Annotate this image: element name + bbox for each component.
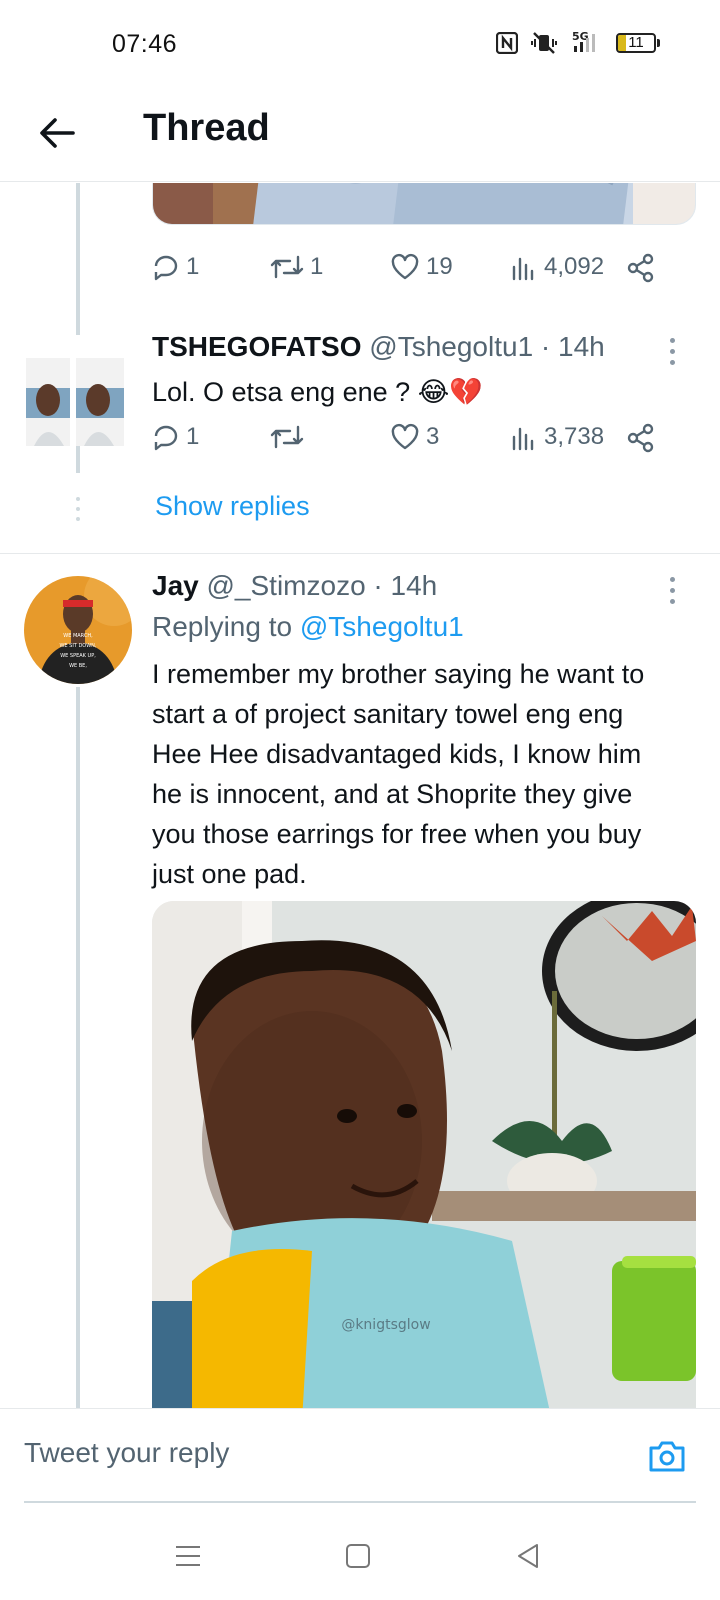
share-icon	[627, 253, 654, 283]
show-replies-link[interactable]: Show replies	[155, 491, 310, 522]
reply-input[interactable]: Tweet your reply	[24, 1437, 229, 1469]
divider	[0, 553, 720, 554]
system-nav-bar	[0, 1508, 720, 1600]
reply-icon	[154, 255, 178, 281]
battery-level: 11	[628, 34, 644, 51]
author-handle[interactable]: @Tshegoltu1	[369, 331, 533, 362]
author-name[interactable]: TSHEGOFATSO	[152, 331, 362, 362]
like-button[interactable]: 3	[390, 423, 439, 451]
tweet-actions: 1 3 3,738	[152, 423, 672, 473]
reply-icon	[154, 425, 178, 451]
camera-button[interactable]	[642, 1431, 692, 1481]
share-icon	[627, 423, 654, 453]
tweet-header: Jay @_Stimzozo · 14h	[152, 570, 437, 602]
avatar-shirt-line: WE SPEAK UP,	[60, 653, 96, 659]
like-count: 19	[426, 253, 453, 280]
nfc-icon	[496, 32, 518, 54]
tweet-text-line: he is innocent, and at Shoprite they giv…	[152, 779, 633, 809]
tweet-media-image[interactable]: @knigtsglow	[152, 901, 696, 1408]
back-button[interactable]	[32, 108, 82, 158]
camera-icon	[649, 1441, 685, 1472]
tweet-text-line: Hee Hee disadvantaged kids, I know him	[152, 739, 642, 769]
views-icon	[512, 257, 534, 281]
views-button[interactable]: 3,738	[510, 423, 604, 451]
vibrate-off-icon	[530, 31, 558, 55]
tweet-text: I remember my brother saying he want to …	[152, 654, 700, 894]
tweet-text-line: just one pad.	[152, 859, 307, 889]
reply-count: 1	[186, 423, 200, 450]
reply-count: 1	[186, 253, 200, 280]
previous-tweet-actions: 1 1 19 4,092	[152, 253, 672, 303]
avatar-shirt-line: WE MARCH,	[63, 633, 93, 639]
more-replies-indicator	[75, 497, 81, 521]
views-icon	[512, 427, 534, 451]
page-title: Thread	[143, 107, 270, 149]
reply-input-underline	[24, 1501, 696, 1503]
tweet-header: TSHEGOFATSO @Tshegoltu1 · 14h	[152, 331, 605, 363]
avatar-shirt-line: WE BE,	[69, 663, 87, 669]
avatar-shirt-line: WE SIT DOWN,	[59, 643, 96, 649]
status-icons: 5G 11	[496, 30, 660, 56]
thread-connector-line	[76, 445, 80, 473]
tweet-text: Lol. O etsa eng ene ? 😂💔	[152, 377, 483, 407]
reply-button[interactable]: 1	[152, 253, 199, 281]
more-options-icon[interactable]	[662, 331, 682, 371]
tweet-time: · 14h	[373, 570, 438, 601]
replying-to-handle[interactable]: @Tshegoltu1	[300, 611, 464, 642]
signal-icon: 5G	[570, 30, 604, 56]
reply-button[interactable]: 1	[152, 423, 199, 451]
like-count: 3	[426, 423, 440, 450]
battery-icon: 11	[616, 33, 660, 53]
top-app-bar: Thread	[0, 90, 720, 182]
retweet-count: 1	[310, 253, 324, 280]
thread-connector-line	[76, 183, 80, 335]
tweet-text-line: you those earrings for free when you buy	[152, 819, 642, 849]
retweet-button[interactable]: 1	[270, 253, 323, 281]
retweet-icon	[270, 255, 304, 279]
retweet-icon	[270, 425, 304, 449]
replying-to-label: Replying to	[152, 611, 293, 642]
heart-icon	[391, 423, 419, 450]
view-count: 3,738	[544, 423, 605, 450]
status-time: 07:46	[112, 30, 178, 58]
menu-icon[interactable]	[168, 1536, 208, 1576]
back-triangle-icon[interactable]	[508, 1536, 548, 1576]
tweet-text-line: start a of project sanitary towel eng en…	[152, 699, 624, 729]
views-button[interactable]: 4,092	[510, 253, 604, 281]
status-bar: 07:46 5G 11	[0, 0, 720, 90]
avatar[interactable]	[26, 358, 124, 448]
share-button[interactable]	[626, 423, 656, 453]
previous-tweet-media[interactable]	[152, 183, 696, 225]
more-options-icon[interactable]	[662, 570, 682, 610]
media-watermark: @knigtsglow	[341, 1317, 430, 1333]
retweet-button[interactable]	[270, 423, 310, 451]
arrow-left-icon	[40, 118, 75, 148]
tweet-text-line: I remember my brother saying he want to	[152, 659, 645, 689]
tweet-time: · 14h	[540, 331, 605, 362]
view-count: 4,092	[544, 253, 605, 280]
avatar[interactable]: WE MARCH, WE SIT DOWN, WE SPEAK UP, WE B…	[24, 576, 132, 684]
share-button[interactable]	[626, 253, 656, 283]
reply-composer: Tweet your reply	[0, 1408, 720, 1508]
replying-to: Replying to @Tshegoltu1	[152, 611, 464, 643]
home-square-icon[interactable]	[338, 1536, 378, 1576]
author-name[interactable]: Jay	[152, 570, 199, 601]
heart-icon	[391, 253, 419, 280]
like-button[interactable]: 19	[390, 253, 453, 281]
author-handle[interactable]: @_Stimzozo	[207, 570, 366, 601]
thread-timeline[interactable]: 1 1 19 4,092 TSHEGOFATSO @Tshegoltu1 · 1…	[0, 183, 720, 1408]
thread-connector-line	[76, 687, 80, 1408]
